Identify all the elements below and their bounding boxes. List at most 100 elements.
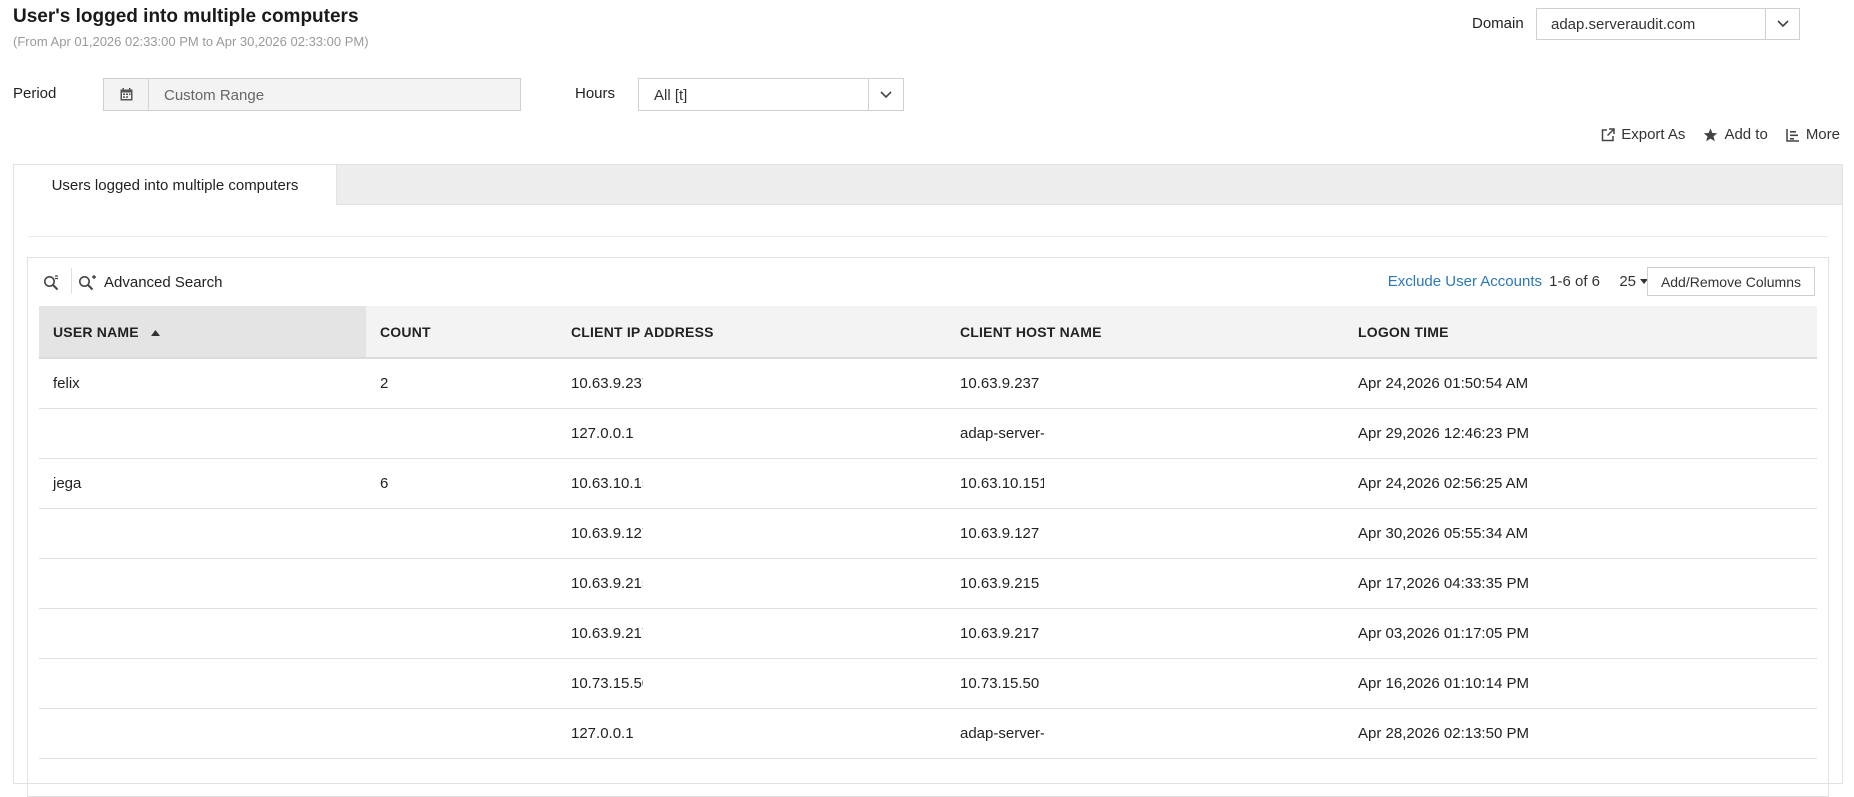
period-picker[interactable]: Custom Range [103,78,521,111]
add-to-button[interactable]: Add to [1703,126,1768,143]
cell-client-ip: 10.63.9.215 [557,558,946,609]
column-header-logon-time[interactable]: LOGON TIME [1344,306,1817,359]
cell-count [366,658,557,709]
cell-client-host: adap-server- [946,708,1344,759]
quick-search-icon[interactable] [43,275,59,296]
table-row[interactable]: jega6 10.63.10.151 10.63.10.151 Apr 24,2026… [39,458,1817,509]
cell-client-host: adap-server- [946,408,1344,459]
cell-user-name [39,708,366,759]
page-size-select[interactable]: 25 [1619,273,1648,290]
hours-label: Hours [575,85,616,102]
page-title: User's logged into multiple computers [13,6,359,27]
hours-select[interactable]: All [t] [638,78,904,111]
tab-bar: Users logged into multiple computers [14,165,1842,205]
cell-count [366,508,557,559]
more-button[interactable]: More [1786,126,1840,143]
more-icon [1786,128,1799,142]
cell-logon-time: Apr 28,2026 02:13:50 PM [1344,708,1817,759]
cell-client-ip-text: 127.0.0.1 [571,425,634,443]
table-row[interactable]: 10.63.9.217 10.63.9.217 Apr 03,2026 01:17:… [39,608,1817,659]
pagination-info: 1-6 of 6 [1549,273,1600,290]
cell-client-ip: 10.63.9.217 [557,608,946,659]
cell-client-ip: 127.0.0.1 [557,408,946,459]
table-row[interactable]: 10.73.15.50 10.73.15.50 Apr 16,2026 01:10:… [39,658,1817,709]
calendar-icon[interactable] [104,79,149,110]
table-row[interactable]: 127.0.0.1 adap-server- Apr 29,2026 12:46:2… [39,408,1817,459]
cell-client-ip: 10.63.10.151 [557,458,946,509]
table-row[interactable]: felix 2 10.63.9.237 10.63.9.237 Apr 24,2026 … [39,358,1817,409]
cell-client-ip: 10.63.9.237 [557,358,946,409]
cell-user-name: felix [39,358,366,409]
column-header-count[interactable]: COUNT [366,306,557,359]
hours-select-value: All [t] [654,87,688,104]
cell-logon-time: Apr 30,2026 05:55:34 AM [1344,508,1817,559]
domain-label: Domain [1472,15,1524,32]
grid-toolbar: Advanced Search Exclude User Accounts 1-… [28,258,1828,304]
cell-client-host-text: adap-server- [960,425,1044,443]
period-value: Custom Range [164,87,265,104]
cell-client-ip-text: 10.63.10.151 [571,475,643,493]
table-row[interactable]: 10.63.9.215 10.63.9.215 Apr 17,2026 04:33:… [39,558,1817,609]
date-range-subtitle: (From Apr 01,2026 02:33:00 PM to Apr 30,… [13,34,369,49]
cell-client-ip-text: 10.63.9.215 [571,575,643,593]
table-header-row: USER NAME COUNT CLIENT IP ADDRESS CLIENT… [39,306,1817,359]
add-remove-columns-button[interactable]: Add/Remove Columns [1646,267,1815,296]
cell-client-host: 10.63.9.237 [946,358,1344,409]
domain-select[interactable]: adap.serveraudit.com [1536,8,1800,40]
cell-client-ip-text: 10.63.9.127 [571,525,643,543]
chevron-down-icon[interactable] [1765,9,1799,39]
export-as-button[interactable]: Export As [1601,126,1685,143]
exclude-user-accounts-link[interactable]: Exclude User Accounts [1388,273,1542,290]
column-header-client-host[interactable]: CLIENT HOST NAME [946,306,1344,359]
chevron-down-icon[interactable] [868,79,903,110]
cell-client-ip: 10.63.9.127 [557,508,946,559]
cell-client-host: 10.73.15.50 [946,658,1344,709]
cell-count [366,608,557,659]
cell-client-ip-text: 10.63.9.217 [571,625,643,643]
results-table: USER NAME COUNT CLIENT IP ADDRESS CLIENT… [39,306,1817,759]
cell-logon-time: Apr 24,2026 01:50:54 AM [1344,358,1817,409]
advanced-search-icon [79,274,96,290]
cell-logon-time: Apr 16,2026 01:10:14 PM [1344,658,1817,709]
page-size-value: 25 [1619,273,1636,290]
export-as-label: Export As [1621,126,1686,143]
cell-user-name [39,508,366,559]
cell-client-host-text: 10.73.15.50 [960,675,1040,693]
domain-select-value: adap.serveraudit.com [1551,16,1696,33]
cell-client-host-text: 10.63.9.217 [960,625,1040,643]
cell-client-ip: 127.0.0.1 [557,708,946,759]
cell-logon-time: Apr 03,2026 01:17:05 PM [1344,608,1817,659]
divider [28,236,1828,237]
cell-logon-time: Apr 29,2026 12:46:23 PM [1344,408,1817,459]
cell-client-host-text: 10.63.9.237 [960,375,1040,393]
toolbar-divider [71,268,72,294]
cell-client-ip-text: 10.73.15.50 [571,675,643,693]
sort-ascending-icon [150,329,160,336]
table-row[interactable]: 127.0.0.1 adap-server- Apr 28,2026 02:13:5… [39,708,1817,759]
column-header-user-name[interactable]: USER NAME [39,306,366,359]
column-header-client-ip[interactable]: CLIENT IP ADDRESS [557,306,946,359]
report-actions: Export As Add to More [1601,126,1840,143]
advanced-search-button[interactable]: Advanced Search [78,274,222,291]
tab-users-multiple-computers[interactable]: Users logged into multiple computers [14,165,337,205]
cell-client-ip-text: 10.63.9.237 [571,375,643,393]
cell-count: 6 [366,458,557,509]
cell-client-host: 10.63.9.127 [946,508,1344,559]
cell-user-name [39,658,366,709]
cell-client-ip: 10.73.15.50 [557,658,946,709]
cell-client-host: 10.63.10.151 [946,458,1344,509]
export-icon [1601,127,1615,141]
data-grid: Advanced Search Exclude User Accounts 1-… [27,257,1829,797]
cell-count [366,408,557,459]
advanced-search-label: Advanced Search [104,274,223,291]
cell-user-name [39,558,366,609]
cell-count [366,558,557,609]
cell-count: 2 [366,358,557,409]
more-label: More [1805,126,1840,143]
cell-client-host-text: adap-server- [960,725,1044,743]
cell-logon-time: Apr 17,2026 04:33:35 PM [1344,558,1817,609]
table-row[interactable]: 10.63.9.127 10.63.9.127 Apr 30,2026 05:55:… [39,508,1817,559]
star-icon [1704,128,1718,141]
period-label: Period [13,85,57,102]
cell-user-name: jega [39,458,366,509]
